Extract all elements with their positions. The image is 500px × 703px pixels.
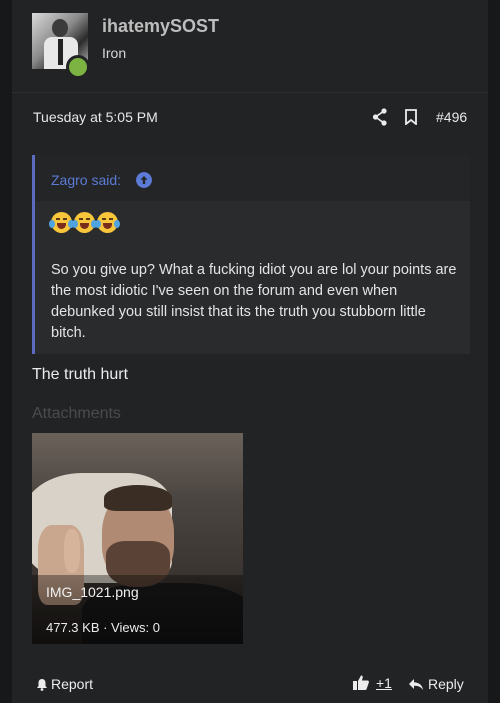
attachment-thumbnail[interactable]: IMG_1021.png 477.3 KB · Views: 0 [32,433,243,644]
user-title: Iron [102,45,127,61]
user-header: ihatemySOST Iron [12,0,488,93]
online-status-indicator [66,55,90,79]
quote-block: Zagro said: So you give up? What a fucki… [32,155,470,354]
username[interactable]: ihatemySOST [102,16,219,37]
attachment-image-hair [104,485,172,511]
attachment-meta: 477.3 KB · Views: 0 [46,620,160,635]
avatar-tie [58,39,63,65]
reply-label: Reply [428,676,464,692]
avatar-head [52,19,68,37]
post-meta: Tuesday at 5:05 PM #496 [12,100,488,136]
bell-icon [37,678,47,691]
reply-button[interactable]: Reply [408,676,464,692]
post-date[interactable]: Tuesday at 5:05 PM [33,109,158,125]
like-button[interactable]: +1 [352,674,392,691]
post-footer: Report +1 Reply [12,664,488,703]
bookmark-icon[interactable] [404,109,418,125]
emoji-row [49,212,120,239]
post-number[interactable]: #496 [436,109,467,125]
post-body-text: The truth hurt [32,366,129,383]
quote-text: So you give up? What a fucking idiot you… [51,262,457,341]
arrow-up-circle-icon[interactable] [136,172,152,188]
post-container: ihatemySOST Iron Tuesday at 5:05 PM #496… [12,0,488,703]
attachment-filename[interactable]: IMG_1021.png [46,584,139,600]
joy-tears-emoji-icon [95,212,120,233]
joy-tears-emoji-icon [49,212,74,233]
report-button[interactable]: Report [36,676,93,692]
quote-header: Zagro said: [35,155,470,201]
like-count[interactable]: +1 [376,675,392,691]
attachment-image-thumb [64,529,80,573]
joy-tears-emoji-icon [72,212,97,233]
attachments-label: Attachments [32,405,121,422]
thumbs-up-icon [353,675,369,690]
reply-arrow-icon [409,678,423,690]
quote-author[interactable]: Zagro said: [51,172,121,188]
report-label: Report [51,676,94,692]
share-icon[interactable] [372,108,388,126]
